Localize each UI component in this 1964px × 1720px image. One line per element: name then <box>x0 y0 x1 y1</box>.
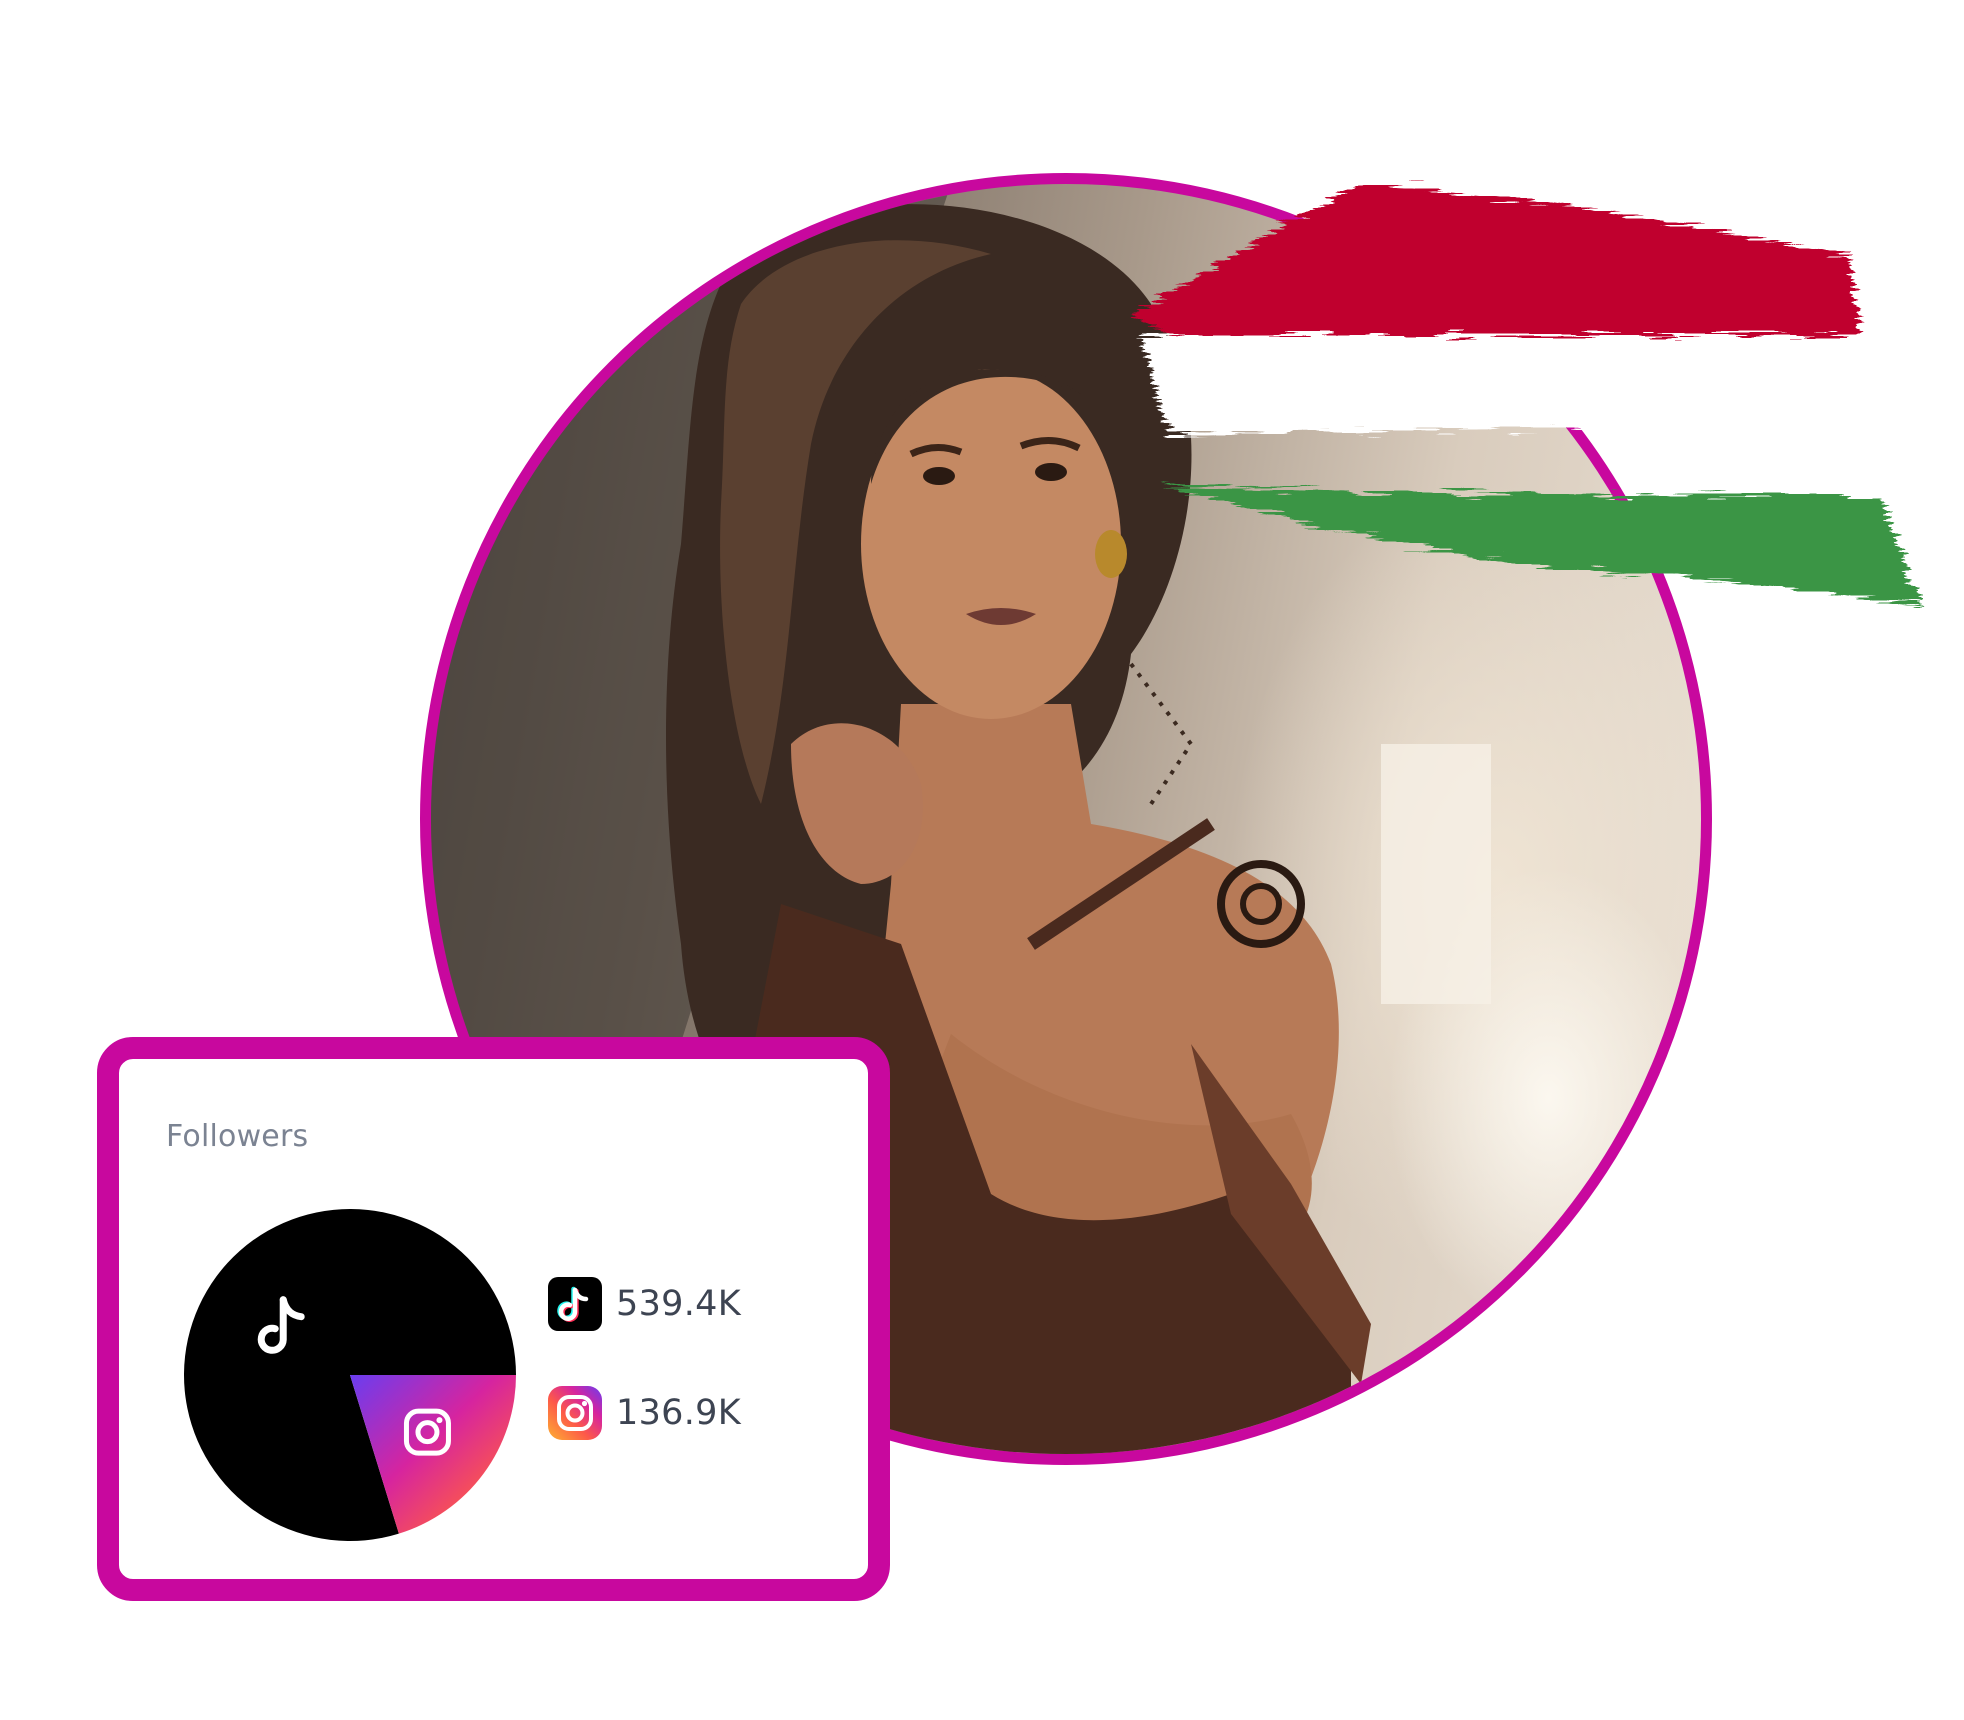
card-title: Followers <box>166 1119 309 1154</box>
tiktok-icon <box>548 1277 602 1331</box>
instagram-icon <box>548 1386 602 1440</box>
followers-pie-chart <box>183 1209 516 1541</box>
legend-item-tiktok: 539.4K <box>548 1274 741 1334</box>
flag-green-stripe <box>1160 485 1920 605</box>
hungary-flag-icon <box>1130 185 1920 605</box>
flag-white-stripe <box>1140 335 1900 435</box>
legend-item-instagram: 136.9K <box>548 1383 741 1443</box>
instagram-followers-count: 136.9K <box>616 1393 741 1433</box>
flag-red-stripe <box>1130 185 1860 339</box>
tiktok-followers-count: 539.4K <box>616 1284 741 1324</box>
